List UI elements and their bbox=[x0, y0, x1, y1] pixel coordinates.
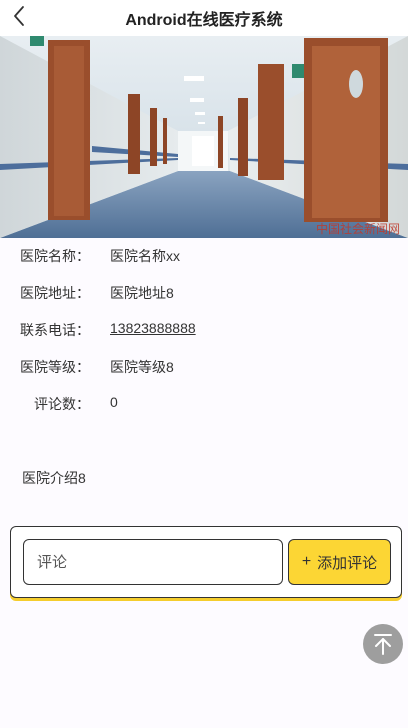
plus-icon: + bbox=[301, 553, 312, 570]
comment-input[interactable] bbox=[23, 539, 283, 585]
comment-count-row: 评论数： 0 bbox=[0, 394, 408, 414]
add-comment-button[interactable]: + 添加评论 bbox=[288, 539, 391, 585]
comment-count-label: 评论数： bbox=[34, 396, 90, 412]
hospital-address-value: 医院地址8 bbox=[110, 285, 174, 301]
top-bar: Android在线医疗系统 bbox=[0, 0, 408, 36]
comment-count-value: 0 bbox=[110, 394, 118, 410]
hospital-address-label: 医院地址： bbox=[20, 285, 90, 301]
add-comment-label: 添加评论 bbox=[317, 554, 378, 572]
hospital-phone-row: 联系电话： 13823888888 bbox=[0, 320, 408, 340]
hospital-phone-link[interactable]: 13823888888 bbox=[110, 320, 196, 336]
hospital-intro: 医院介绍8 bbox=[22, 470, 86, 486]
comment-panel: + 添加评论 bbox=[10, 526, 402, 598]
hospital-level-value: 医院等级8 bbox=[110, 359, 174, 375]
hospital-name-label: 医院名称： bbox=[20, 248, 90, 264]
hospital-level-label: 医院等级： bbox=[20, 359, 90, 375]
hospital-level-row: 医院等级： 医院等级8 bbox=[0, 357, 408, 377]
arrow-up-to-top-icon bbox=[374, 634, 392, 655]
hospital-image: 中国社会新闻网 bbox=[0, 36, 408, 238]
hospital-name-value: 医院名称xx bbox=[110, 248, 180, 264]
hospital-address-row: 医院地址： 医院地址8 bbox=[0, 283, 408, 303]
hospital-phone-label: 联系电话： bbox=[20, 322, 90, 338]
hospital-name-row: 医院名称： 医院名称xx bbox=[0, 246, 408, 266]
page-title: Android在线医疗系统 bbox=[125, 12, 283, 29]
scroll-to-top-button[interactable] bbox=[363, 624, 403, 664]
watermark-text: 中国社会新闻网 bbox=[316, 221, 400, 236]
